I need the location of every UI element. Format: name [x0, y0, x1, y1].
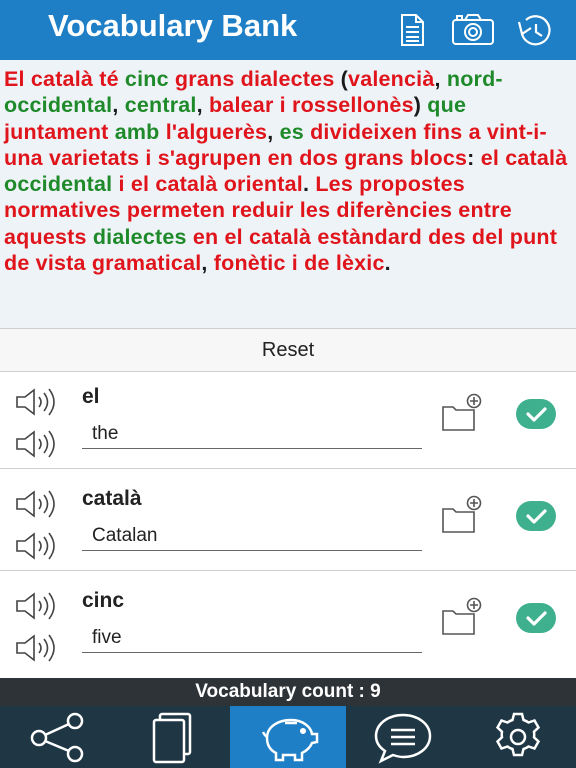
passage-segment[interactable]: ) [414, 93, 428, 117]
camera-icon[interactable] [450, 12, 496, 48]
vocab-card: català Catalan [0, 475, 576, 571]
passage-segment[interactable]: . [303, 172, 315, 196]
passage-segment[interactable]: central [125, 93, 197, 117]
passage-segment[interactable]: el català [481, 146, 568, 170]
passage-segment[interactable]: amb [115, 120, 166, 144]
tab-cards[interactable] [115, 706, 230, 768]
passage-segment[interactable]: valencià [348, 67, 434, 91]
passage-segment[interactable]: que [427, 93, 466, 117]
speaker-icon[interactable] [14, 387, 60, 417]
speaker-icon[interactable] [14, 633, 60, 663]
check-icon[interactable] [516, 501, 556, 531]
cards-icon [152, 712, 192, 764]
passage-segment[interactable]: grans dialectes [169, 67, 341, 91]
check-icon[interactable] [516, 399, 556, 429]
passage-segment[interactable]: El català té [4, 67, 125, 91]
folder-add-icon[interactable] [440, 393, 484, 433]
speaker-icon[interactable] [14, 531, 60, 561]
bottom-tab-bar [0, 706, 576, 768]
vocab-word: el [82, 385, 100, 408]
vocab-word: cinc [82, 589, 125, 612]
tab-vocabulary-bank[interactable] [230, 706, 346, 768]
passage-segment[interactable]: occidental [4, 172, 119, 196]
passage-segment[interactable]: fonètic i de lèxic [214, 251, 385, 275]
folder-add-icon[interactable] [440, 495, 484, 535]
speaker-icon[interactable] [14, 489, 60, 519]
speaker-icon[interactable] [14, 591, 60, 621]
gear-icon [496, 712, 541, 757]
translation-field[interactable]: Catalan [82, 521, 422, 551]
passage-segment[interactable]: balear i rossellonès [209, 93, 414, 117]
vocab-card: el the [0, 373, 576, 469]
tab-chat[interactable] [346, 706, 461, 768]
passage-segment[interactable]: , [197, 93, 209, 117]
header-bar: Vocabulary Bank [0, 0, 576, 60]
passage-segment[interactable]: : [467, 146, 481, 170]
page-title: Vocabulary Bank [48, 8, 298, 43]
vocabulary-count: Vocabulary count : 9 [0, 678, 576, 706]
history-icon[interactable] [512, 12, 558, 48]
passage-segment[interactable]: dialectes [93, 225, 193, 249]
passage-segment[interactable]: . [385, 251, 391, 275]
passage-segment[interactable]: , [201, 251, 213, 275]
reset-button[interactable]: Reset [0, 328, 576, 372]
reading-passage: El català té cinc grans dialectes (valen… [0, 60, 576, 328]
chat-icon [374, 713, 432, 764]
folder-add-icon[interactable] [440, 597, 484, 637]
passage-segment[interactable]: es [280, 120, 311, 144]
share-icon [30, 712, 83, 763]
tab-settings[interactable] [461, 706, 576, 768]
translation-field[interactable]: five [82, 623, 422, 653]
passage-segment[interactable]: ( [341, 67, 348, 91]
passage-segment[interactable]: l'alguerès [166, 120, 268, 144]
tab-share[interactable] [0, 706, 115, 768]
reset-label: Reset [261, 338, 315, 361]
passage-segment[interactable]: , [112, 93, 124, 117]
speaker-icon[interactable] [14, 429, 60, 459]
passage-segment[interactable]: juntament [4, 120, 115, 144]
check-icon[interactable] [516, 603, 556, 633]
piggy-bank-icon [261, 718, 319, 762]
vocab-card: cinc five [0, 577, 576, 673]
passage-segment[interactable]: , [267, 120, 279, 144]
document-icon[interactable] [392, 12, 432, 48]
passage-segment[interactable]: cinc [125, 67, 169, 91]
passage-segment[interactable]: i el català oriental [119, 172, 303, 196]
translation-field[interactable]: the [82, 419, 422, 449]
vocab-word: català [82, 487, 142, 510]
